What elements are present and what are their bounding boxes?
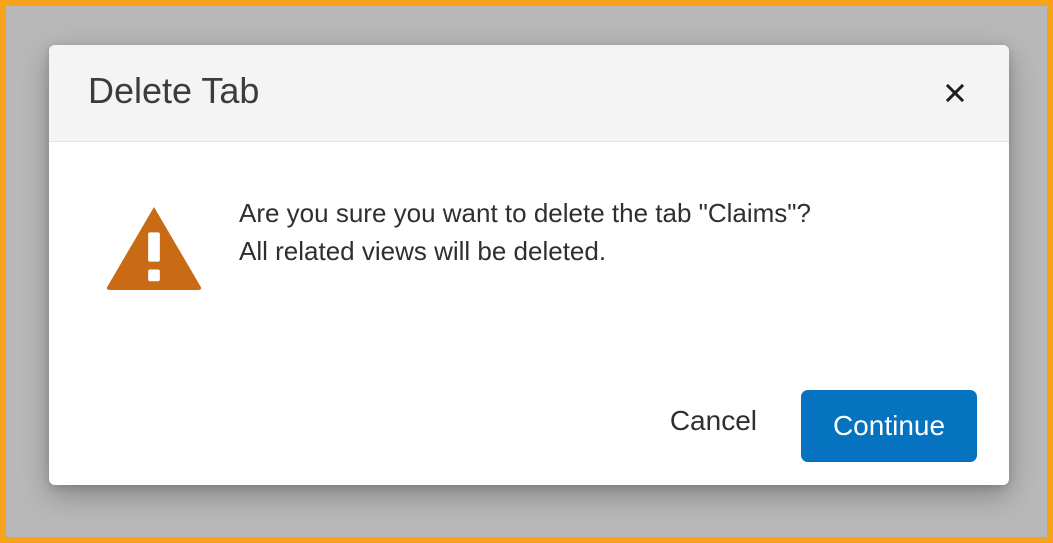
- continue-button[interactable]: Continue: [801, 390, 977, 462]
- message-line-2: All related views will be deleted.: [239, 236, 607, 266]
- dialog-title: Delete Tab: [88, 70, 260, 111]
- dialog-header: Delete Tab: [49, 45, 1009, 142]
- warning-icon: [106, 206, 202, 291]
- delete-warning-message: Are you sure you want to delete the tab …: [239, 194, 969, 270]
- message-line-1: Are you sure you want to delete the tab …: [239, 198, 811, 228]
- dialog-body: Are you sure you want to delete the tab …: [49, 142, 1009, 382]
- close-button[interactable]: [935, 73, 975, 113]
- app-frame: Delete Tab Are you sure you want to dele…: [0, 0, 1053, 543]
- cancel-button[interactable]: Cancel: [646, 396, 781, 446]
- delete-tab-dialog: Delete Tab Are you sure you want to dele…: [49, 45, 1009, 485]
- dialog-footer: Cancel Continue: [49, 381, 1009, 485]
- close-icon: [945, 83, 965, 103]
